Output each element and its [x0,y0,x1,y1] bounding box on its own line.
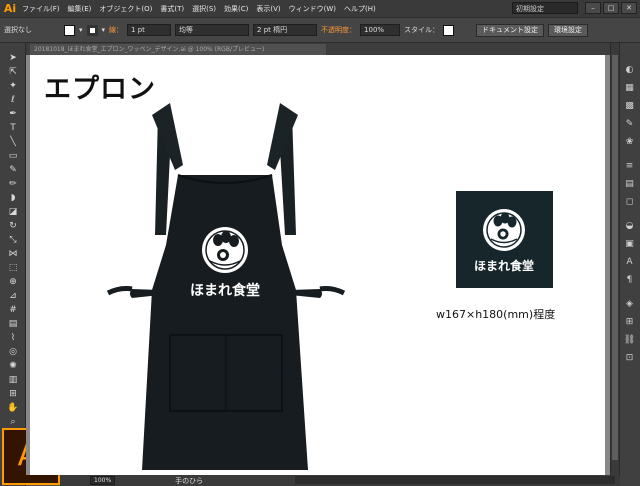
mesh-tool-icon[interactable]: # [7,305,19,316]
panel-dock: ◐ ▦ ▩ ✎ ❀ ≡ ▤ ◻ ◒ ▣ A ¶ ◈ ⊞ ⛓ ⊡ [619,43,640,486]
artboard[interactable]: エプロン ほまれ食堂 ほまれ食堂 w167×h180(mm)程度 [30,55,605,475]
maximize-icon[interactable]: □ [603,2,619,14]
pen-tool-icon[interactable]: ✒ [7,109,19,120]
fill-swatch[interactable] [64,24,75,36]
transform-panel-icon[interactable]: ⊡ [623,353,636,364]
gradient-panel-icon[interactable]: ▤ [623,179,636,190]
symbols-panel-icon[interactable]: ❀ [623,137,636,148]
tools-panel: ➤ ⇱ ✦ ℓ ✒ T ╲ ▭ ✎ ✏ ◗ ◪ ↻ ⤡ ⋈ ⬚ ⊕ ⊿ # ▤ … [0,43,26,486]
opacity-label[interactable]: 不透明度： [321,25,356,35]
appearance-panel-icon[interactable]: ◒ [623,221,636,232]
menu-type[interactable]: 書式(T) [156,4,188,14]
canvas-area[interactable]: エプロン ほまれ食堂 ほまれ食堂 w167×h180(mm)程度 [26,55,610,475]
blend-tool-icon[interactable]: ◎ [7,347,19,358]
chevron-down-icon[interactable]: ▾ [102,26,106,34]
shape-builder-tool-icon[interactable]: ⊕ [7,277,19,288]
selection-status: 選択なし [4,26,32,34]
patch-illustration[interactable]: ほまれ食堂 [456,191,553,288]
document-tab[interactable]: 20181018_ほまれ食堂_エプロン_ワッペン_デザイン.ai @ 100% … [30,44,326,55]
document-tab-bar: 20181018_ほまれ食堂_エプロン_ワッペン_デザイン.ai @ 100% … [26,43,610,55]
rectangle-tool-icon[interactable]: ▭ [7,151,19,162]
selection-tool-icon[interactable]: ➤ [7,53,19,64]
rotate-tool-icon[interactable]: ↻ [7,221,19,232]
column-graph-tool-icon[interactable]: ▥ [7,375,19,386]
color-panel-icon[interactable]: ◐ [623,65,636,76]
character-panel-icon[interactable]: A [623,257,636,268]
brush-definition-dropdown[interactable]: 2 pt 楕円 [253,24,318,36]
menu-help[interactable]: ヘルプ(H) [340,4,380,14]
swatches-panel-icon[interactable]: ▩ [623,101,636,112]
document-setup-button[interactable]: ドキュメント設定 [476,23,545,37]
patch-size-label: w167×h180(mm)程度 [436,308,556,321]
close-icon[interactable]: ✕ [621,2,637,14]
links-panel-icon[interactable]: ⛓ [623,335,636,346]
stroke-label[interactable]: 線： [109,25,123,35]
patch-logo-text: ほまれ食堂 [474,258,534,273]
paintbrush-tool-icon[interactable]: ✎ [7,165,19,176]
style-label: スタイル： [404,26,440,34]
eyedropper-tool-icon[interactable]: ⌇ [7,333,19,344]
stroke-swatch[interactable] [86,24,98,36]
preferences-button[interactable]: 環境設定 [548,23,589,37]
zoom-level-dropdown[interactable]: 100% [90,476,116,485]
stroke-panel-icon[interactable]: ≡ [623,161,636,172]
scale-tool-icon[interactable]: ⤡ [7,235,19,246]
menu-window[interactable]: ウィンドウ(W) [285,4,340,14]
pencil-tool-icon[interactable]: ✏ [7,179,19,190]
variable-width-profile-dropdown[interactable]: 均等 [175,24,250,36]
opacity-field[interactable]: 100% [360,24,401,36]
perspective-grid-tool-icon[interactable]: ⊿ [7,291,19,302]
type-tool-icon[interactable]: T [7,123,19,134]
menu-edit[interactable]: 編集(E) [64,4,96,14]
graphic-styles-panel-icon[interactable]: ▣ [623,239,636,250]
eraser-tool-icon[interactable]: ◪ [7,207,19,218]
graphic-style-swatch[interactable] [443,24,455,36]
free-transform-tool-icon[interactable]: ⬚ [7,263,19,274]
app-logo-icon: Ai [3,2,17,15]
workspace-preset-dropdown[interactable]: 初期設定 [512,2,578,14]
menu-file[interactable]: ファイル(F) [18,4,64,14]
lasso-tool-icon[interactable]: ℓ [7,95,19,106]
apron-illustration[interactable]: ほまれ食堂 [100,95,350,470]
transparency-panel-icon[interactable]: ◻ [623,197,636,208]
menu-effect[interactable]: 効果(C) [220,4,252,14]
brushes-panel-icon[interactable]: ✎ [623,119,636,130]
current-tool-status: 手のひら [175,476,204,485]
status-bar: 100% 手のひら [60,475,620,486]
layers-panel-icon[interactable]: ◈ [623,299,636,310]
artboard-tool-icon[interactable]: ⊞ [7,389,19,400]
apron-logo-text: ほまれ食堂 [190,282,260,299]
vertical-scrollbar-thumb[interactable] [612,55,618,460]
chevron-down-icon[interactable]: ▾ [79,26,83,34]
minimize-icon[interactable]: – [585,2,601,14]
line-tool-icon[interactable]: ╲ [7,137,19,148]
zoom-tool-icon[interactable]: ⌕ [7,417,19,428]
symbol-sprayer-tool-icon[interactable]: ✺ [7,361,19,372]
artboards-panel-icon[interactable]: ⊞ [623,317,636,328]
menu-select[interactable]: 選択(S) [188,4,220,14]
stroke-weight-field[interactable]: 1 pt [127,24,172,36]
menu-view[interactable]: 表示(V) [252,4,284,14]
paragraph-panel-icon[interactable]: ¶ [623,275,636,286]
gradient-tool-icon[interactable]: ▤ [7,319,19,330]
width-tool-icon[interactable]: ⋈ [7,249,19,260]
magic-wand-tool-icon[interactable]: ✦ [7,81,19,92]
menu-object[interactable]: オブジェクト(O) [95,4,156,14]
horizontal-scrollbar[interactable] [295,476,615,484]
direct-selection-tool-icon[interactable]: ⇱ [7,67,19,78]
window-controls: – □ ✕ [585,2,637,14]
control-bar: 選択なし ▾ ▾ 線： 1 pt 均等 2 pt 楕円 不透明度： 100% ス… [0,17,640,43]
hand-tool-icon[interactable]: ✋ [7,403,19,414]
color-guide-icon[interactable]: ▦ [623,83,636,94]
blob-brush-tool-icon[interactable]: ◗ [7,193,19,204]
